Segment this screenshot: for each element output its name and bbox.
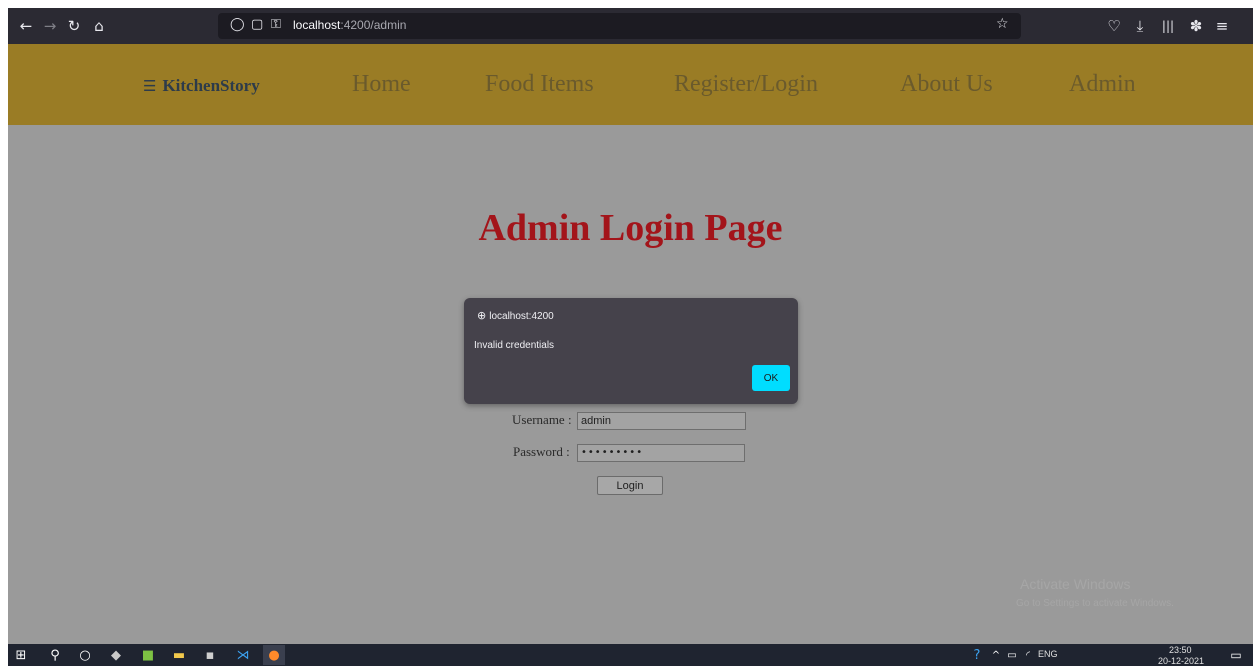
screen: ← → ↻ ⌂ ◯ ▢ ⚿ localhost:4200/admin ☆ ♡ ⤓…: [8, 8, 1253, 644]
firefox-icon[interactable]: ●: [263, 645, 285, 665]
ok-button[interactable]: OK: [752, 365, 790, 391]
password-label: Password :: [513, 444, 570, 459]
alert-dialog: ⊕ localhost:4200 Invalid credentials OK: [464, 298, 798, 404]
home-icon[interactable]: ⌂: [87, 14, 111, 38]
url-host: localhost: [293, 18, 341, 32]
forward-arrow-icon[interactable]: →: [38, 14, 62, 38]
username-label: Username :: [512, 412, 572, 427]
burger-icon: ☰: [143, 77, 157, 95]
nav-admin[interactable]: Admin: [1069, 71, 1136, 98]
extension-icon[interactable]: ✽: [1184, 14, 1208, 38]
nav-home[interactable]: Home: [352, 71, 411, 98]
login-button[interactable]: Login: [597, 476, 663, 495]
star-icon[interactable]: ☆: [996, 16, 1009, 32]
shield-icon[interactable]: ◯: [230, 17, 245, 32]
clock-date[interactable]: 20-12-2021: [1158, 656, 1204, 666]
url-bar[interactable]: ◯ ▢ ⚿ localhost:4200/admin ☆: [218, 13, 1021, 39]
brand-name: KitchenStory: [162, 76, 260, 95]
reload-icon[interactable]: ↻: [62, 14, 86, 38]
alert-message: Invalid credentials: [474, 340, 555, 351]
url-text[interactable]: localhost:4200/admin: [293, 18, 406, 32]
browser-toolbar: ← → ↻ ⌂ ◯ ▢ ⚿ localhost:4200/admin ☆ ♡ ⤓…: [8, 8, 1253, 44]
file-explorer-icon[interactable]: ▬: [168, 645, 190, 665]
menu-icon[interactable]: ≡: [1210, 14, 1234, 38]
library-icon[interactable]: |||: [1156, 14, 1180, 38]
app-icon-2[interactable]: ■: [137, 645, 159, 665]
navbar: ☰ KitchenStory Home Food Items Register/L…: [8, 44, 1253, 125]
app-icon-1[interactable]: ◆: [105, 645, 127, 665]
activate-windows-hint: Go to Settings to activate Windows.: [1016, 598, 1174, 609]
page-icon: ▢: [251, 17, 264, 32]
pocket-icon[interactable]: ♡: [1102, 14, 1126, 38]
language-indicator[interactable]: ENG: [1038, 649, 1058, 659]
username-input[interactable]: admin: [577, 412, 746, 430]
cortana-icon[interactable]: ○: [74, 645, 96, 665]
nav-register-login[interactable]: Register/Login: [674, 71, 818, 98]
windows-start-icon[interactable]: ⊞: [10, 645, 32, 665]
activate-windows-watermark: Activate Windows: [1020, 576, 1131, 592]
alert-origin-text: localhost:4200: [489, 311, 554, 322]
globe-icon: ⊕: [477, 309, 487, 322]
terminal-icon[interactable]: ▪: [199, 645, 221, 665]
nav-food-items[interactable]: Food Items: [485, 71, 594, 98]
url-path: :4200/admin: [340, 18, 407, 32]
taskbar: ⊞ ⚲ ○ ◆ ■ ▬ ▪ ⋊ ● ? ^ ▭ ◜ ENG 23:50 20-1…: [8, 644, 1253, 666]
alert-origin: ⊕ localhost:4200: [477, 309, 554, 322]
search-icon[interactable]: ⚲: [44, 645, 66, 665]
vscode-icon[interactable]: ⋊: [232, 645, 254, 665]
password-input[interactable]: •••••••••: [577, 444, 745, 462]
notifications-icon[interactable]: ▭: [1225, 645, 1247, 665]
clock-time[interactable]: 23:50: [1169, 645, 1192, 655]
page-title: Admin Login Page: [478, 207, 783, 249]
download-icon[interactable]: ⤓: [1128, 14, 1152, 38]
brand-link[interactable]: ☰ KitchenStory: [143, 76, 260, 96]
back-arrow-icon[interactable]: ←: [14, 14, 38, 38]
nav-about-us[interactable]: About Us: [900, 71, 993, 98]
key-icon[interactable]: ⚿: [271, 17, 281, 32]
